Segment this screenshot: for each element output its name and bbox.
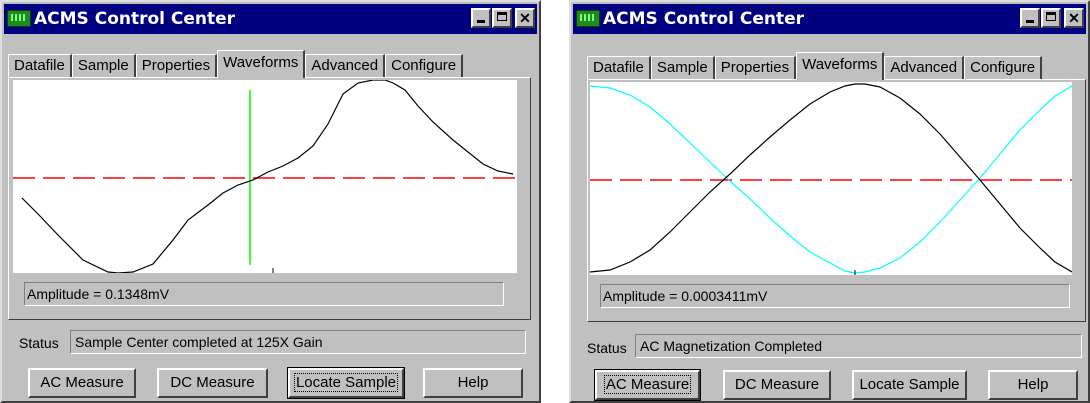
- tab-waveforms[interactable]: Waveforms: [217, 50, 306, 78]
- acms-window-right: ACMS Control Center ✕ Datafile Sample Pr…: [569, 0, 1090, 403]
- tab-advanced[interactable]: Advanced: [884, 56, 965, 80]
- app-icon: [7, 10, 31, 27]
- tab-properties[interactable]: Properties: [135, 54, 218, 78]
- maximize-button[interactable]: [492, 8, 512, 28]
- help-button[interactable]: Help: [988, 370, 1078, 400]
- status-label: Status: [587, 340, 627, 356]
- close-button[interactable]: ✕: [1064, 8, 1084, 28]
- ac-measure-label: AC Measure: [603, 375, 692, 394]
- close-icon: ✕: [1068, 10, 1080, 26]
- close-icon: ✕: [519, 10, 531, 26]
- locate-sample-label: Locate Sample: [293, 373, 399, 392]
- minimize-icon: [477, 20, 485, 23]
- tab-sample[interactable]: Sample: [71, 54, 136, 78]
- waveform-trace-black: [589, 83, 1073, 273]
- amplitude-readout: Amplitude = 0.1348mV: [24, 282, 504, 306]
- title-bar[interactable]: ACMS Control Center ✕: [573, 4, 1086, 34]
- tab-configure[interactable]: Configure: [385, 54, 464, 78]
- app-icon: [576, 10, 600, 27]
- close-button[interactable]: ✕: [515, 8, 535, 28]
- waveforms-panel: Amplitude = 0.1348mV: [8, 77, 531, 320]
- tab-advanced[interactable]: Advanced: [305, 54, 386, 78]
- tab-waveforms[interactable]: Waveforms: [796, 52, 885, 80]
- waveform-plot: [13, 79, 517, 274]
- tab-configure[interactable]: Configure: [964, 56, 1043, 80]
- status-field: AC Magnetization Completed: [635, 334, 1082, 358]
- maximize-icon: [497, 12, 507, 21]
- help-label: Help: [457, 374, 489, 391]
- dc-measure-label: DC Measure: [170, 374, 255, 391]
- waveforms-panel: Amplitude = 0.0003411mV: [587, 79, 1086, 322]
- waveform-plot: [589, 82, 1073, 275]
- tab-datafile[interactable]: Datafile: [587, 56, 651, 80]
- tab-datafile[interactable]: Datafile: [8, 54, 72, 78]
- title-bar[interactable]: ACMS Control Center ✕: [4, 4, 537, 34]
- tab-strip: Datafile Sample Properties Waveforms Adv…: [587, 52, 1043, 80]
- status-label: Status: [19, 335, 59, 351]
- minimize-button[interactable]: [1020, 8, 1040, 28]
- tab-sample[interactable]: Sample: [650, 56, 715, 80]
- minimize-icon: [1026, 20, 1034, 23]
- help-button[interactable]: Help: [423, 368, 523, 398]
- ac-measure-label: AC Measure: [40, 374, 124, 391]
- status-field: Sample Center completed at 125X Gain: [70, 330, 526, 354]
- waveform-plot-svg: [13, 79, 517, 274]
- waveform-plot-svg: [589, 83, 1073, 275]
- locate-sample-button[interactable]: Locate Sample: [852, 370, 967, 400]
- dc-measure-button[interactable]: DC Measure: [723, 370, 831, 400]
- waveform-trace: [21, 79, 514, 274]
- acms-window-left: ACMS Control Center ✕ Datafile Sample Pr…: [0, 0, 541, 403]
- tab-properties[interactable]: Properties: [714, 56, 797, 80]
- ac-measure-button[interactable]: AC Measure: [594, 369, 701, 401]
- maximize-icon: [1046, 12, 1056, 21]
- locate-sample-label: Locate Sample: [859, 376, 960, 393]
- window-title: ACMS Control Center: [34, 9, 236, 29]
- amplitude-readout: Amplitude = 0.0003411mV: [600, 284, 1070, 308]
- ac-measure-button[interactable]: AC Measure: [28, 368, 136, 398]
- dc-measure-button[interactable]: DC Measure: [157, 368, 268, 398]
- locate-sample-button[interactable]: Locate Sample: [287, 367, 405, 399]
- minimize-button[interactable]: [471, 8, 491, 28]
- help-label: Help: [1017, 376, 1049, 393]
- dc-measure-label: DC Measure: [734, 376, 820, 393]
- tab-strip: Datafile Sample Properties Waveforms Adv…: [8, 50, 464, 78]
- window-title: ACMS Control Center: [603, 9, 805, 29]
- maximize-button[interactable]: [1041, 8, 1061, 28]
